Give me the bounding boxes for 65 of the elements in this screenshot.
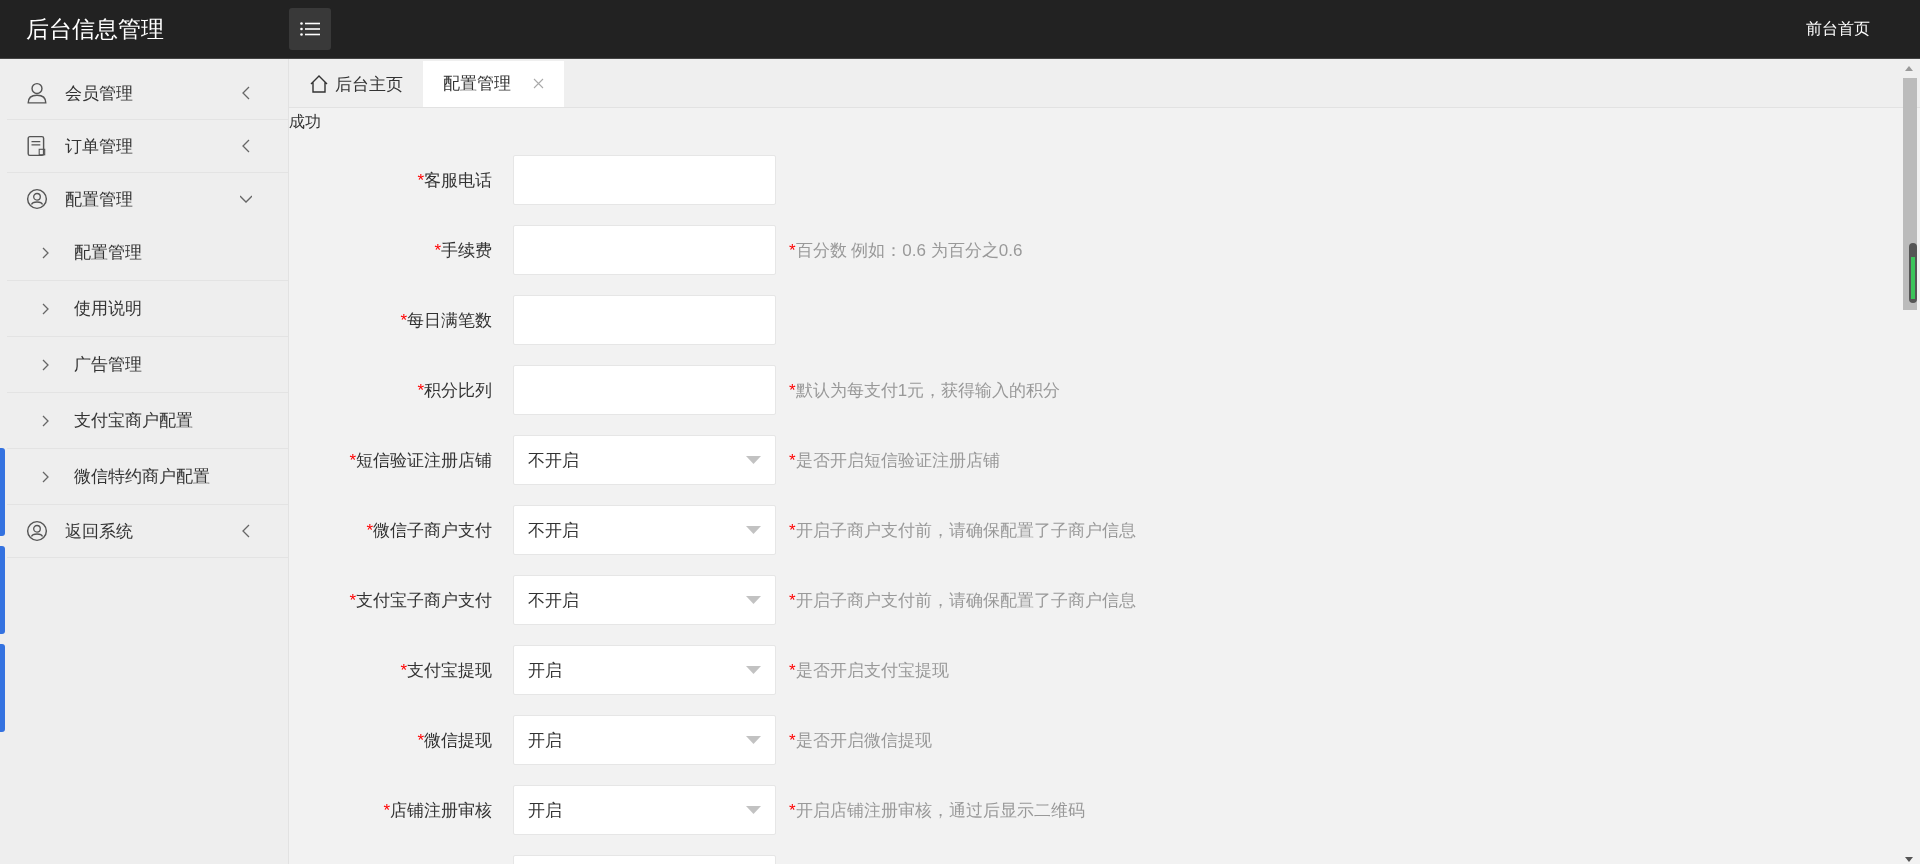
tab[interactable]: 配置管理 [423, 61, 564, 107]
sidebar-subitem[interactable]: 配置管理 [7, 225, 288, 281]
person-icon [26, 82, 48, 104]
field-hint: *开启子商户支付前，请确保配置了子商户信息 [789, 519, 1136, 542]
side-handle[interactable] [0, 644, 5, 732]
scrollbar[interactable] [1900, 65, 1918, 864]
field-label: *微信子商户支付 [365, 519, 492, 542]
field-label: *每日满笔数 [399, 309, 492, 332]
input-field[interactable] [513, 155, 776, 205]
chevron-right-icon [42, 246, 50, 259]
status-message: 成功 [289, 112, 322, 132]
chevron-right-icon [42, 358, 50, 371]
field-label: *支付宝子商户支付 [348, 589, 492, 612]
select-field[interactable]: 开启 [513, 645, 776, 695]
sidebar-subitem[interactable]: 支付宝商户配置 [7, 393, 288, 449]
document-icon [26, 135, 48, 157]
sidebar-subitem[interactable]: 使用说明 [7, 281, 288, 337]
field-hint: *是否开启微信提现 [789, 729, 932, 752]
field-label: *微信提现 [416, 729, 492, 752]
field-label: *支付宝提现 [399, 659, 492, 682]
field-hint: *百分数 例如：0.6 为百分之0.6 [789, 239, 1023, 262]
app-title: 后台信息管理 [25, 14, 165, 44]
dropdown-caret-icon [746, 666, 761, 674]
select-field[interactable]: 开启 [513, 715, 776, 765]
tab[interactable]: 后台主页 [289, 61, 423, 107]
sidebar-item[interactable]: 订单管理 [7, 120, 288, 173]
sidebar-subitem[interactable]: 微信特约商户配置 [7, 449, 288, 505]
close-icon[interactable] [533, 77, 544, 89]
input-field[interactable] [513, 365, 776, 415]
chevron-right-icon [42, 414, 50, 427]
sidebar-item[interactable]: 会员管理 [7, 67, 288, 120]
dropdown-caret-icon [746, 526, 761, 534]
user-circle-icon [26, 188, 48, 210]
menu-icon [300, 22, 320, 36]
frontend-home-link[interactable]: 前台首页 [1806, 18, 1870, 40]
dropdown-caret-icon [746, 806, 761, 814]
home-icon [309, 74, 329, 94]
select-field[interactable]: 不开启 [513, 575, 776, 625]
chevron-right-icon [42, 302, 50, 315]
select-field[interactable]: 不开启 [513, 505, 776, 555]
user-circle-icon [26, 520, 48, 542]
side-handle[interactable] [0, 546, 5, 634]
select-field[interactable]: 不开启 [513, 435, 776, 485]
sidebar-subitem[interactable]: 广告管理 [7, 337, 288, 393]
field-label: *店铺注册审核 [382, 799, 492, 822]
field-label: *客服电话 [416, 169, 492, 192]
dropdown-caret-icon [746, 596, 761, 604]
select-field[interactable]: 开启 [513, 785, 776, 835]
field-hint: *是否开启支付宝提现 [789, 659, 949, 682]
field-label: *手续费 [433, 239, 492, 262]
field-hint: *开启店铺注册审核，通过后显示二维码 [789, 799, 1085, 822]
side-handle[interactable] [0, 448, 5, 536]
field-label: *短信验证注册店铺 [348, 449, 492, 472]
menu-button[interactable] [289, 8, 331, 50]
field-hint: *开启子商户支付前，请确保配置了子商户信息 [789, 589, 1136, 612]
chevron-right-icon [42, 470, 50, 483]
field-hint: *是否开启短信验证注册店铺 [789, 449, 1000, 472]
dropdown-caret-icon [746, 456, 761, 464]
sidebar-item[interactable]: 返回系统 [7, 505, 288, 558]
sidebar-item[interactable]: 配置管理 [7, 173, 288, 225]
field-label: *积分比列 [416, 379, 492, 402]
field-hint: *默认为每支付1元，获得输入的积分 [789, 379, 1061, 402]
dropdown-caret-icon [746, 736, 761, 744]
input-field[interactable] [513, 295, 776, 345]
input-field[interactable] [513, 225, 776, 275]
